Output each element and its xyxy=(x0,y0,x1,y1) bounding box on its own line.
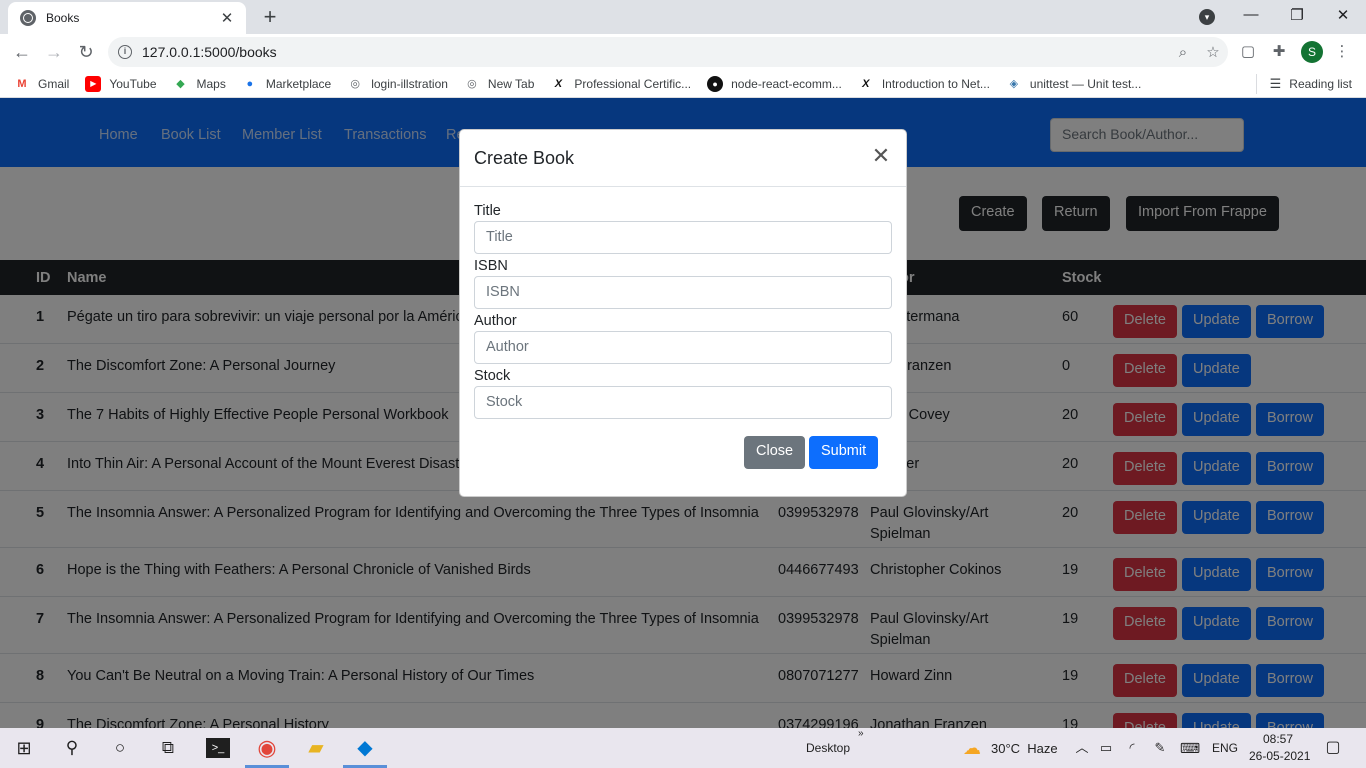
chrome-icon[interactable]: ◉ xyxy=(255,736,279,760)
windows-taskbar: ⊞ ⚲ ○ ⧉ >_ ◉ ▰ ◆ Desktop » ☁ 30°C Haze ︿… xyxy=(0,728,1366,768)
bookmark-introduction[interactable]: X Introduction to Net... xyxy=(858,76,990,92)
toolbar-chevron[interactable]: » xyxy=(858,728,864,739)
bookmark-label: Professional Certific... xyxy=(574,76,692,91)
puzzle-icon[interactable]: ✚ xyxy=(1269,42,1289,62)
edx-icon: X xyxy=(554,77,563,90)
url-text[interactable]: 127.0.0.1:5000/books xyxy=(142,44,1168,60)
keyboard-icon[interactable]: ⌨ xyxy=(1178,736,1202,760)
clock-time[interactable]: 08:57 xyxy=(1263,732,1293,746)
title-label: Title xyxy=(474,203,501,219)
bookmark-label: YouTube xyxy=(109,76,157,91)
search-icon[interactable]: ⚲ xyxy=(60,736,84,760)
author-field[interactable]: Author xyxy=(474,331,892,364)
restore-icon[interactable]: ❐ xyxy=(1287,6,1307,24)
tab-title: Books xyxy=(46,11,80,25)
vscode-icon[interactable]: ◆ xyxy=(353,736,377,760)
bookmark-label: login-illstration xyxy=(371,76,448,91)
zoom-icon[interactable]: ⌕ xyxy=(1168,44,1198,61)
cortana-icon[interactable]: ○ xyxy=(108,736,132,760)
address-bar[interactable]: i 127.0.0.1:5000/books ⌕ ☆ xyxy=(108,37,1228,67)
bookmark-label: Marketplace xyxy=(265,76,332,91)
isbn-label: ISBN xyxy=(474,258,508,274)
language-indicator[interactable]: ENG xyxy=(1212,741,1238,755)
bookmark-label: Gmail xyxy=(38,76,70,91)
forward-icon[interactable]: → xyxy=(42,40,66,64)
tab-close-icon[interactable]: ✕ xyxy=(218,9,236,27)
weather-icon[interactable]: ☁ xyxy=(960,736,984,760)
edx-icon: X xyxy=(862,77,870,90)
bookmarks-bar: M Gmail ▶ YouTube ◆ Maps ● Marketplace ◎ logi… xyxy=(0,70,1366,98)
maps-icon: ◆ xyxy=(176,78,185,90)
terminal-icon[interactable]: >_ xyxy=(206,738,230,758)
page-content: Home Book List Member List Transactions … xyxy=(0,98,1366,728)
modal-title: Create Book xyxy=(474,148,575,168)
battery-icon[interactable]: ▭ xyxy=(1094,736,1118,760)
bookmark-marketplace[interactable]: ● Marketplace xyxy=(242,76,332,92)
stock-label: Stock xyxy=(474,368,511,384)
gmail-icon: M xyxy=(17,77,27,90)
modal-header: Create Book ✕ xyxy=(460,130,906,187)
title-field[interactable]: Title xyxy=(474,221,892,254)
minimize-icon[interactable]: — xyxy=(1241,6,1261,23)
desktop-label[interactable]: Desktop xyxy=(806,741,850,755)
youtube-icon: ▶ xyxy=(85,75,102,92)
back-icon[interactable]: ← xyxy=(10,40,34,64)
isbn-field[interactable]: ISBN xyxy=(474,276,892,309)
bookmark-label: node-react-ecomm... xyxy=(731,76,842,91)
pen-icon[interactable]: ✎ xyxy=(1148,736,1172,760)
tab-search-icon[interactable]: ▾ xyxy=(1199,9,1215,25)
notification-icon[interactable]: ▢ xyxy=(1321,736,1345,760)
globe-icon: ◎ xyxy=(467,78,477,90)
bookmark-login-illstration[interactable]: ◎ login-illstration xyxy=(347,76,448,92)
reading-list[interactable]: ☰ Reading list xyxy=(1255,74,1352,94)
marketplace-icon: ● xyxy=(246,77,254,90)
github-icon: ● xyxy=(707,75,724,92)
browser-tab[interactable]: Books ✕ xyxy=(8,2,246,34)
new-tab-button[interactable]: + xyxy=(258,5,282,29)
reading-list-icon: ☰ xyxy=(1269,76,1282,91)
bookmark-unittest[interactable]: ◈ unittest — Unit test... xyxy=(1006,76,1142,92)
bookmark-maps[interactable]: ◆ Maps xyxy=(173,76,226,92)
avatar[interactable]: S xyxy=(1301,41,1323,63)
bookmark-label: unittest — Unit test... xyxy=(1029,76,1142,91)
reload-icon[interactable]: ↻ xyxy=(74,40,98,64)
extension-icon[interactable]: ▢ xyxy=(1238,42,1258,62)
bookmark-youtube[interactable]: ▶ YouTube xyxy=(85,75,157,92)
create-book-modal: Create Book ✕ Title Title ISBN ISBN Auth… xyxy=(459,129,907,497)
bookmark-node-react[interactable]: ● node-react-ecomm... xyxy=(707,75,842,92)
site-info-icon[interactable]: i xyxy=(118,45,132,59)
bookmark-label: Maps xyxy=(196,76,226,91)
bookmark-label: New Tab xyxy=(487,76,535,91)
bookmark-label: Introduction to Net... xyxy=(881,76,990,91)
reading-list-label: Reading list xyxy=(1289,77,1352,91)
browser-tab-strip: Books ✕ + ▾ — ❐ ✕ xyxy=(0,0,1366,34)
python-icon: ◈ xyxy=(1009,78,1019,90)
browser-toolbar: ← → ↻ i 127.0.0.1:5000/books ⌕ ☆ ▢ ✚ S ⋮ xyxy=(0,34,1366,70)
wifi-icon[interactable]: ◜ xyxy=(1120,736,1144,760)
submit-button[interactable]: Submit xyxy=(809,436,879,469)
bookmark-new-tab[interactable]: ◎ New Tab xyxy=(464,76,534,92)
author-label: Author xyxy=(474,313,517,329)
bookmark-gmail[interactable]: M Gmail xyxy=(14,76,69,92)
windows-start-icon[interactable]: ⊞ xyxy=(12,736,36,760)
clock-date[interactable]: 26-05-2021 xyxy=(1249,749,1310,763)
divider xyxy=(1255,74,1257,94)
bookmark-professional-certific[interactable]: X Professional Certific... xyxy=(550,76,691,92)
close-button[interactable]: Close xyxy=(744,436,806,469)
stock-field[interactable]: Stock xyxy=(474,386,892,419)
globe-icon: ◎ xyxy=(350,78,361,90)
task-view-icon[interactable]: ⧉ xyxy=(156,736,180,760)
globe-icon xyxy=(20,10,36,26)
weather-text[interactable]: 30°C Haze xyxy=(991,741,1058,756)
chevron-up-icon[interactable]: ︿ xyxy=(1070,736,1094,760)
kebab-menu-icon[interactable]: ⋮ xyxy=(1332,42,1352,62)
file-explorer-icon[interactable]: ▰ xyxy=(304,736,328,760)
close-icon[interactable]: ✕ xyxy=(870,144,892,168)
bookmark-star-icon[interactable]: ☆ xyxy=(1198,43,1228,61)
window-close-icon[interactable]: ✕ xyxy=(1333,6,1353,24)
